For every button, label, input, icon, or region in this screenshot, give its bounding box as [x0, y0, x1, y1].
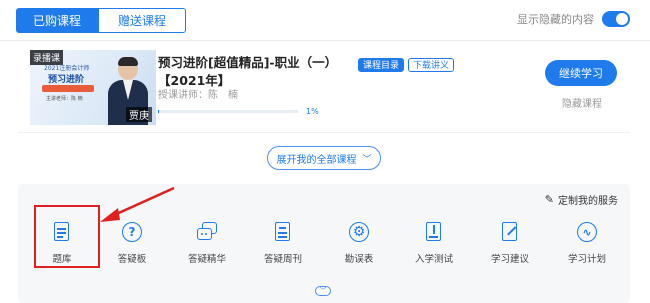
progress-fill — [158, 110, 160, 113]
tab-gifted-courses[interactable]: 赠送课程 — [98, 8, 186, 33]
course-title[interactable]: 预习进阶[超值精品]-职业（一）【2021年】 — [158, 54, 358, 90]
download-handout-button[interactable]: 下载讲义 — [408, 58, 455, 72]
expand-all-label: 展开我的全部课程 — [276, 154, 357, 166]
service-label: 入学测试 — [414, 254, 453, 265]
my-courses-page: 已购课程 赠送课程 显示隐藏的内容 录播课 2021注册会计师 预习进阶 主讲老… — [0, 0, 650, 303]
service-qa-board[interactable]: ? 答疑板 — [100, 221, 164, 265]
customize-services-label: 定制我的服务 — [558, 196, 618, 207]
service-study-advice[interactable]: 学习建议 — [478, 221, 542, 265]
toggle-knob — [616, 13, 628, 25]
hide-course-link[interactable]: 隐藏课程 — [562, 95, 602, 110]
teacher-hair — [118, 57, 138, 66]
entrance-test-icon — [423, 221, 445, 243]
course-teacher: 授课讲师：陈 楠 — [158, 90, 238, 101]
service-label: 答疑板 — [117, 254, 147, 265]
qa-highlights-icon — [196, 221, 218, 243]
customize-services-link[interactable]: ✎ 定制我的服务 — [545, 192, 618, 207]
show-hidden-toggle-row: 显示隐藏的内容 — [517, 11, 630, 27]
study-advice-icon — [499, 221, 521, 243]
show-hidden-label: 显示隐藏的内容 — [517, 13, 594, 26]
service-entrance-test[interactable]: 入学测试 — [402, 221, 466, 265]
service-label: 答疑周刊 — [263, 254, 302, 265]
tab-purchased-courses[interactable]: 已购课程 — [16, 8, 98, 33]
service-errata[interactable]: ⚙ 勘误表 — [327, 221, 391, 265]
study-plan-icon: ∿ — [576, 221, 598, 243]
annotation-arrow-icon — [100, 186, 175, 222]
thumb-teacher: 主讲老师：陈 楠 — [46, 96, 83, 102]
service-label: 勘误表 — [344, 254, 374, 265]
course-progress: 1% — [158, 107, 319, 116]
course-badges: 课程目录 下载讲义 — [358, 58, 455, 72]
thumb-exam-name: 2021注册会计师 — [44, 65, 90, 72]
header-divider — [0, 40, 650, 41]
pencil-icon: ✎ — [544, 193, 554, 206]
show-hidden-toggle[interactable] — [602, 11, 630, 27]
collapse-services-button[interactable]: ﹀ — [315, 286, 331, 296]
thumb-banner — [42, 85, 94, 92]
chevron-down-icon: ﹀ — [362, 154, 372, 165]
course-card: 录播课 2021注册会计师 预习进阶 主讲老师：陈 楠 贾庚 预习进阶[超值精品… — [18, 44, 630, 132]
progress-track — [158, 110, 298, 113]
progress-percent: 1% — [306, 107, 319, 116]
annotation-highlight-box — [34, 205, 100, 268]
service-label: 答疑精华 — [187, 254, 226, 265]
course-catalog-button[interactable]: 课程目录 — [358, 58, 405, 72]
expand-all-courses-button[interactable]: 展开我的全部课程 ﹀ — [267, 146, 381, 170]
continue-learning-button[interactable]: 继续学习 — [545, 60, 617, 86]
errata-icon: ⚙ — [348, 221, 370, 243]
service-label: 学习建议 — [490, 254, 529, 265]
service-study-plan[interactable]: ∿ 学习计划 — [555, 221, 619, 265]
chevron-down-small-icon: ﹀ — [319, 287, 327, 295]
qa-weekly-icon — [272, 221, 294, 243]
thumb-name-tag: 贾庚 — [126, 107, 152, 122]
course-divider — [18, 132, 630, 133]
thumb-course-name: 预习进阶 — [48, 75, 85, 85]
course-thumbnail[interactable]: 录播课 2021注册会计师 预习进阶 主讲老师：陈 楠 贾庚 — [30, 50, 156, 125]
service-qa-highlights[interactable]: 答疑精华 — [175, 221, 239, 265]
course-tabs: 已购课程 赠送课程 — [16, 8, 186, 33]
service-label: 学习计划 — [567, 254, 606, 265]
service-qa-weekly[interactable]: 答疑周刊 — [251, 221, 315, 265]
